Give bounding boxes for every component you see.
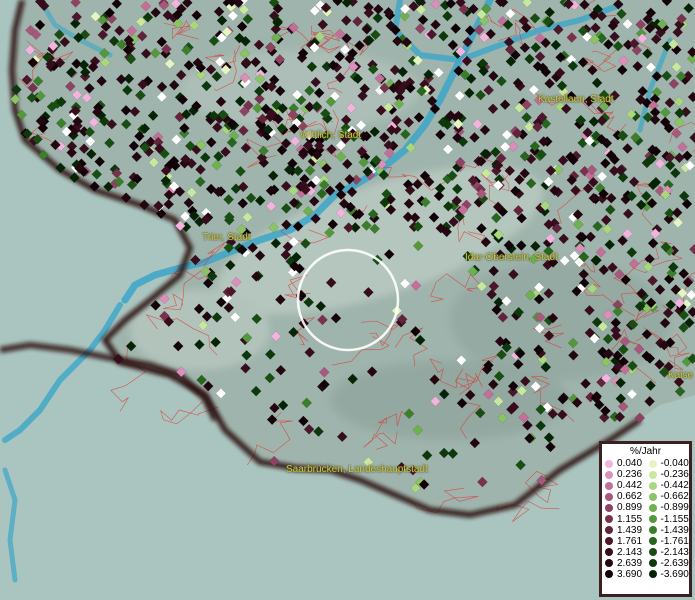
legend-swatch — [648, 481, 657, 490]
legend-row: 1.439 -1.439 — [602, 525, 689, 536]
legend-swatch — [605, 526, 613, 535]
legend-row: 3.690 -3.690 — [602, 569, 689, 580]
legend-value: -0.040 — [660, 458, 689, 470]
legend-swatch — [605, 537, 613, 546]
legend-swatch — [648, 515, 657, 524]
legend-entry: 2.639 — [602, 558, 646, 569]
legend-value: -2.639 — [660, 557, 689, 569]
legend-swatch — [648, 537, 657, 546]
legend-entry: -2.143 — [646, 547, 690, 558]
legend-swatch — [605, 481, 613, 490]
legend-value: 3.690 — [617, 568, 643, 580]
legend-row: 0.040 -0.040 — [602, 458, 689, 469]
place-label-trier: Trier, Stadt — [202, 232, 251, 243]
legend-value: 2.143 — [617, 546, 643, 558]
legend-swatch — [648, 526, 657, 535]
legend-swatch — [605, 548, 613, 557]
legend-row: 0.899 -0.899 — [602, 502, 689, 513]
legend-value: -0.442 — [660, 480, 689, 492]
legend-swatch — [648, 570, 657, 579]
legend-swatch — [605, 559, 613, 568]
map-view[interactable]: Wittlich, Stadt Kastellaun, Stadt Trier,… — [0, 0, 695, 600]
legend-title: %/Jahr — [629, 446, 662, 457]
legend-entry: -2.639 — [646, 558, 690, 569]
legend-swatch — [648, 459, 657, 468]
place-label-idar-oberstein: Idar-Oberstein, Stadt — [465, 252, 558, 263]
legend-value: 0.040 — [617, 458, 643, 470]
legend-value: -1.155 — [660, 513, 689, 525]
legend-row: 0.442 -0.442 — [602, 480, 689, 491]
legend-entry: 3.690 — [602, 569, 646, 580]
legend-entry: 1.761 — [602, 536, 646, 547]
legend-row: 0.236 -0.236 — [602, 469, 689, 480]
map-canvas[interactable] — [0, 0, 695, 600]
legend-value: 1.439 — [617, 524, 643, 536]
legend-value: -0.899 — [660, 502, 689, 514]
place-label-kaise: Kaise — [668, 370, 694, 381]
legend-entry: 2.143 — [602, 547, 646, 558]
place-label-wittlich: Wittlich, Stadt — [300, 130, 362, 141]
legend-entry: 0.899 — [602, 502, 646, 513]
legend-entry: -0.040 — [646, 458, 690, 469]
legend-value: -3.690 — [660, 568, 689, 580]
legend-value: -0.236 — [660, 469, 689, 481]
legend-swatch — [605, 503, 613, 512]
legend-swatch — [648, 470, 657, 479]
legend-row: 1.155 -1.155 — [602, 513, 690, 525]
legend-swatch — [605, 459, 613, 468]
legend-entry: 0.236 — [602, 469, 646, 480]
legend-entry: -0.236 — [646, 469, 690, 480]
legend-entry: -0.662 — [646, 491, 690, 502]
legend-swatch — [648, 503, 657, 512]
legend-swatch — [605, 515, 613, 524]
legend-swatch — [605, 470, 613, 479]
legend-value: 0.899 — [617, 502, 643, 514]
legend-entry: -0.442 — [646, 480, 690, 491]
legend-value: 1.761 — [617, 535, 643, 547]
legend-entry: 0.662 — [602, 491, 646, 502]
legend-swatch — [648, 548, 657, 557]
legend-row: 0.662 -0.662 — [602, 491, 689, 502]
legend-value: -1.439 — [660, 524, 689, 536]
legend-entry: -1.155 — [646, 513, 690, 525]
legend-swatch — [605, 492, 613, 501]
legend-value: 0.236 — [617, 469, 643, 481]
legend: %/Jahr 0.040 -0.040 0.236 -0.236 0.442 -0.442… — [599, 441, 692, 597]
legend-value: -1.761 — [660, 535, 689, 547]
legend-row: 2.639 -2.639 — [602, 558, 689, 569]
legend-entry: 1.439 — [602, 525, 646, 536]
legend-row: 1.761 -1.761 — [602, 536, 689, 547]
legend-entry: -0.899 — [646, 502, 690, 513]
legend-entry: 1.155 — [602, 513, 646, 525]
place-label-saarbruecken: Saarbrücken, Landeshauptstadt — [286, 464, 428, 475]
legend-entry: 0.040 — [602, 458, 646, 469]
legend-entry: -1.761 — [646, 536, 690, 547]
legend-swatch — [605, 570, 613, 579]
legend-swatch — [648, 492, 657, 501]
legend-row: 2.143 -2.143 — [602, 547, 689, 558]
legend-rows: 0.040 -0.040 0.236 -0.236 0.442 -0.442 0.662 -0… — [602, 458, 689, 580]
legend-value: -0.662 — [660, 491, 689, 503]
place-label-kastellaun: Kastellaun, Stadt — [538, 94, 614, 105]
legend-value: -2.143 — [660, 546, 689, 558]
legend-value: 1.155 — [617, 513, 643, 525]
legend-value: 0.662 — [617, 491, 643, 503]
legend-entry: -3.690 — [646, 569, 690, 580]
legend-value: 0.442 — [617, 480, 643, 492]
legend-value: 2.639 — [617, 557, 643, 569]
legend-entry: 0.442 — [602, 480, 646, 491]
legend-entry: -1.439 — [646, 525, 690, 536]
legend-swatch — [648, 559, 657, 568]
